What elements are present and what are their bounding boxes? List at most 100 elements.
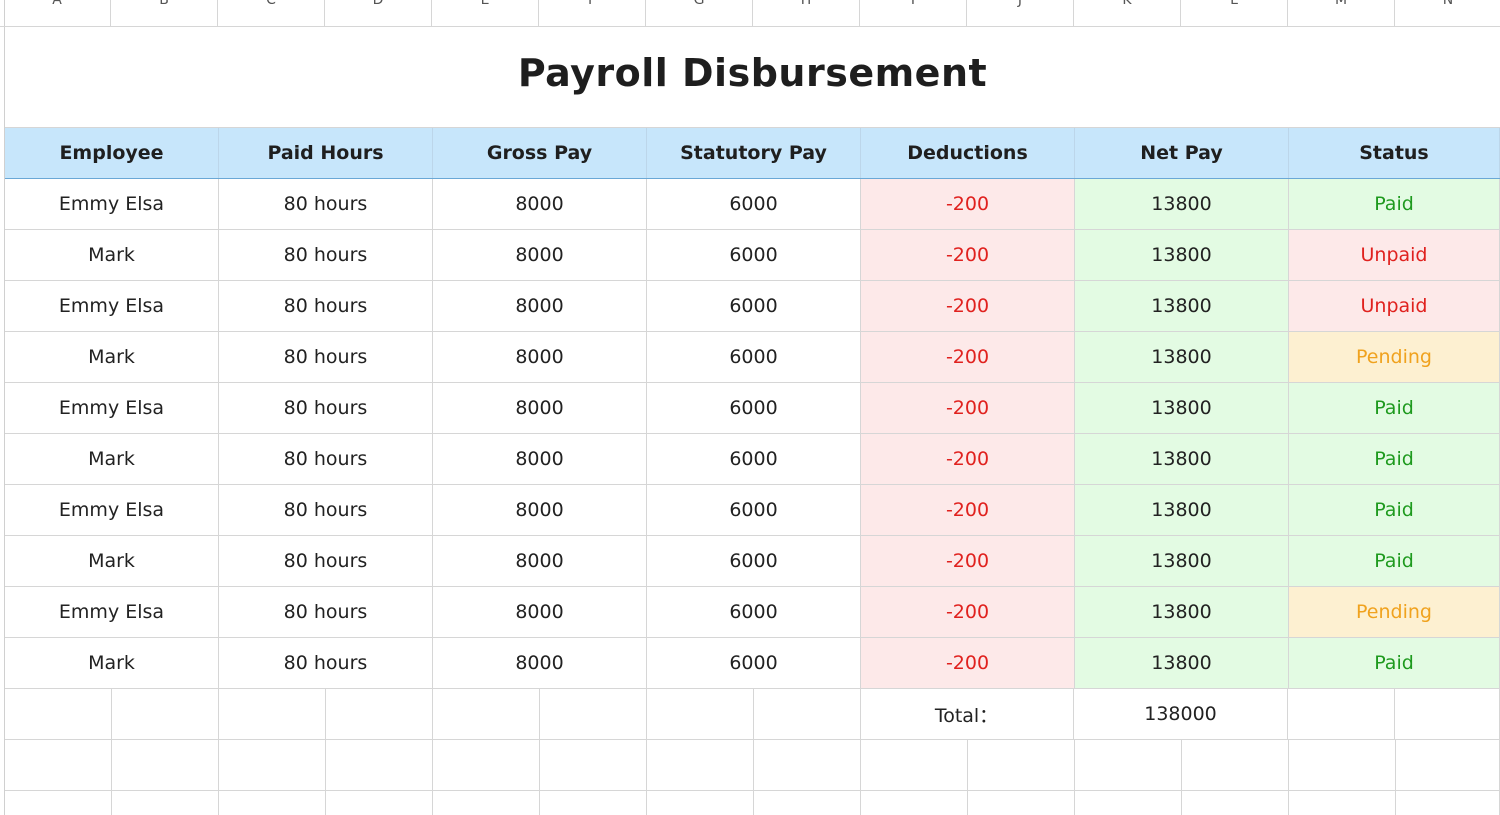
cell-net-pay[interactable]: 13800 — [1075, 485, 1289, 535]
cell-gross-pay[interactable]: 8000 — [433, 230, 647, 280]
total-value[interactable]: 138000 — [1074, 689, 1288, 739]
empty-cell[interactable] — [647, 791, 754, 815]
cell-status[interactable]: Unpaid — [1289, 230, 1500, 280]
cell-deductions[interactable]: -200 — [861, 587, 1075, 637]
cell-paid-hours[interactable]: 80 hours — [219, 638, 433, 688]
cell-gross-pay[interactable]: 8000 — [433, 536, 647, 586]
column-header-deductions[interactable]: Deductions — [861, 128, 1075, 178]
empty-cell[interactable] — [112, 791, 219, 815]
cell-employee[interactable]: Mark — [5, 230, 219, 280]
empty-cell[interactable] — [5, 740, 112, 790]
cell-gross-pay[interactable]: 8000 — [433, 383, 647, 433]
cell-employee[interactable]: Mark — [5, 434, 219, 484]
cell-gross-pay[interactable]: 8000 — [433, 434, 647, 484]
empty-cell[interactable] — [540, 791, 647, 815]
cell-status[interactable]: Paid — [1289, 383, 1500, 433]
cell-paid-hours[interactable]: 80 hours — [219, 332, 433, 382]
empty-cell[interactable] — [968, 740, 1075, 790]
column-header-g[interactable]: G — [646, 0, 753, 27]
column-header-e[interactable]: E — [432, 0, 539, 27]
column-header-statutory-pay[interactable]: Statutory Pay — [647, 128, 861, 178]
cell-statutory-pay[interactable]: 6000 — [647, 485, 861, 535]
empty-cell[interactable] — [754, 689, 861, 739]
empty-cell[interactable] — [433, 791, 540, 815]
cell-employee[interactable]: Mark — [5, 638, 219, 688]
column-header-a[interactable]: A — [4, 0, 111, 27]
cell-status[interactable]: Paid — [1289, 434, 1500, 484]
empty-cell[interactable] — [5, 689, 112, 739]
empty-cell[interactable] — [1075, 740, 1182, 790]
empty-cell[interactable] — [968, 791, 1075, 815]
cell-employee[interactable]: Emmy Elsa — [5, 587, 219, 637]
cell-statutory-pay[interactable]: 6000 — [647, 179, 861, 229]
column-header-j[interactable]: J — [967, 0, 1074, 27]
cell-statutory-pay[interactable]: 6000 — [647, 383, 861, 433]
cell-employee[interactable]: Emmy Elsa — [5, 179, 219, 229]
cell-statutory-pay[interactable]: 6000 — [647, 587, 861, 637]
cell-net-pay[interactable]: 13800 — [1075, 230, 1289, 280]
empty-cell[interactable] — [1289, 740, 1396, 790]
column-header-d[interactable]: D — [325, 0, 432, 27]
column-header-k[interactable]: K — [1074, 0, 1181, 27]
cell-deductions[interactable]: -200 — [861, 536, 1075, 586]
cell-deductions[interactable]: -200 — [861, 281, 1075, 331]
cell-deductions[interactable]: -200 — [861, 434, 1075, 484]
cell-net-pay[interactable]: 13800 — [1075, 536, 1289, 586]
cell-deductions[interactable]: -200 — [861, 383, 1075, 433]
empty-cell[interactable] — [112, 689, 219, 739]
empty-cell[interactable] — [219, 740, 326, 790]
cell-statutory-pay[interactable]: 6000 — [647, 332, 861, 382]
column-header-paid-hours[interactable]: Paid Hours — [219, 128, 433, 178]
empty-cell[interactable] — [647, 689, 754, 739]
cell-net-pay[interactable]: 13800 — [1075, 587, 1289, 637]
empty-cell[interactable] — [326, 689, 433, 739]
cell-deductions[interactable]: -200 — [861, 485, 1075, 535]
cell-status[interactable]: Paid — [1289, 485, 1500, 535]
empty-cell[interactable] — [1288, 689, 1395, 739]
cell-employee[interactable]: Emmy Elsa — [5, 485, 219, 535]
column-header-b[interactable]: B — [111, 0, 218, 27]
empty-cell[interactable] — [1289, 791, 1396, 815]
cell-employee[interactable]: Emmy Elsa — [5, 383, 219, 433]
column-header-n[interactable]: N — [1395, 0, 1500, 27]
cell-paid-hours[interactable]: 80 hours — [219, 230, 433, 280]
cell-paid-hours[interactable]: 80 hours — [219, 485, 433, 535]
column-header-net-pay[interactable]: Net Pay — [1075, 128, 1289, 178]
total-label[interactable]: Total： — [860, 689, 1074, 739]
column-header-f[interactable]: F — [539, 0, 646, 27]
column-header-employee[interactable]: Employee — [5, 128, 219, 178]
empty-cell[interactable] — [5, 791, 112, 815]
cell-statutory-pay[interactable]: 6000 — [647, 434, 861, 484]
cell-gross-pay[interactable]: 8000 — [433, 281, 647, 331]
column-header-l[interactable]: L — [1181, 0, 1288, 27]
cell-status[interactable]: Paid — [1289, 638, 1500, 688]
cell-net-pay[interactable]: 13800 — [1075, 383, 1289, 433]
empty-cell[interactable] — [326, 740, 433, 790]
empty-cell[interactable] — [112, 740, 219, 790]
cell-deductions[interactable]: -200 — [861, 230, 1075, 280]
empty-cell[interactable] — [754, 740, 861, 790]
cell-gross-pay[interactable]: 8000 — [433, 587, 647, 637]
cell-net-pay[interactable]: 13800 — [1075, 332, 1289, 382]
column-header-m[interactable]: M — [1288, 0, 1395, 27]
empty-cell[interactable] — [433, 689, 540, 739]
cell-gross-pay[interactable]: 8000 — [433, 485, 647, 535]
column-header-h[interactable]: H — [753, 0, 860, 27]
empty-cell[interactable] — [540, 740, 647, 790]
empty-cell[interactable] — [219, 791, 326, 815]
cell-status[interactable]: Pending — [1289, 332, 1500, 382]
empty-cell[interactable] — [754, 791, 861, 815]
empty-cell[interactable] — [326, 791, 433, 815]
cell-deductions[interactable]: -200 — [861, 179, 1075, 229]
cell-paid-hours[interactable]: 80 hours — [219, 536, 433, 586]
cell-paid-hours[interactable]: 80 hours — [219, 383, 433, 433]
empty-cell[interactable] — [861, 740, 968, 790]
column-header-i[interactable]: I — [860, 0, 967, 27]
cell-paid-hours[interactable]: 80 hours — [219, 587, 433, 637]
empty-cell[interactable] — [1395, 689, 1500, 739]
cell-status[interactable]: Unpaid — [1289, 281, 1500, 331]
cell-paid-hours[interactable]: 80 hours — [219, 281, 433, 331]
cell-deductions[interactable]: -200 — [861, 332, 1075, 382]
empty-cell[interactable] — [647, 740, 754, 790]
cell-paid-hours[interactable]: 80 hours — [219, 434, 433, 484]
